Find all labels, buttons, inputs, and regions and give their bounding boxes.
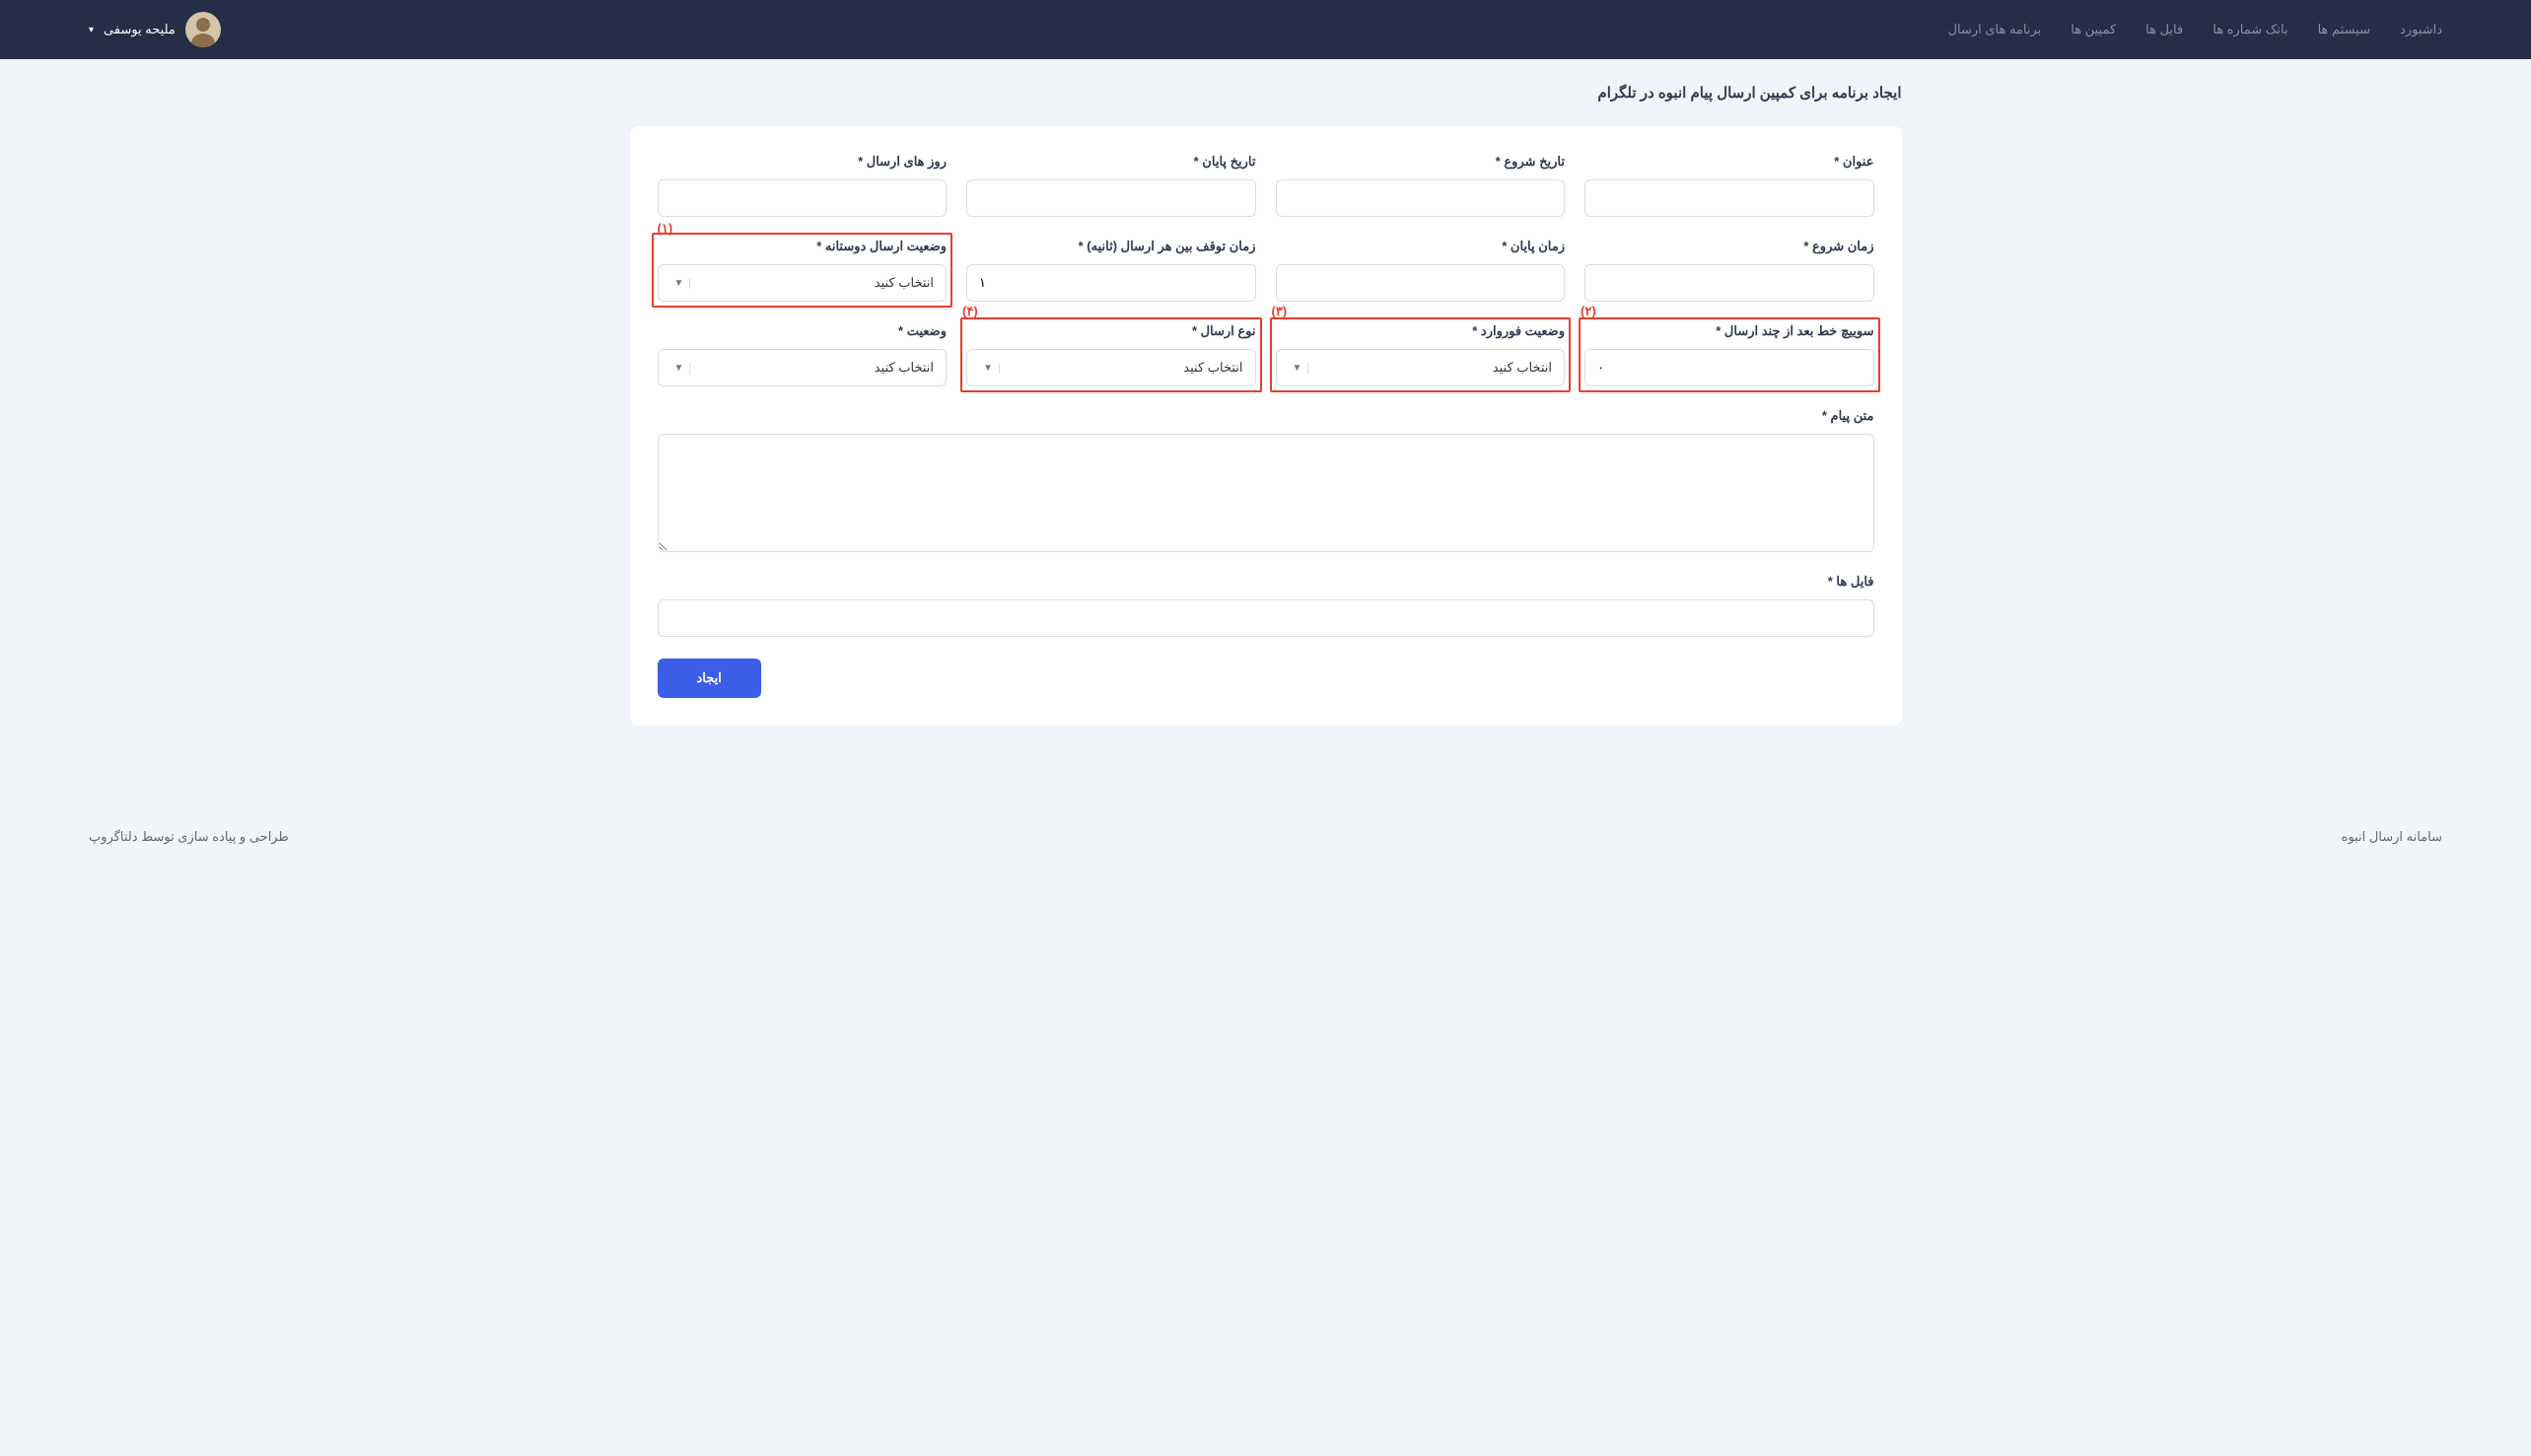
label-send-type: نوع ارسال * <box>966 323 1256 339</box>
nav-systems[interactable]: سیستم ها <box>2318 22 2370 37</box>
select-status-value: انتخاب کنید <box>686 360 934 376</box>
caret-icon: ▼ <box>670 278 691 289</box>
footer: سامانه ارسال انبوه طراحی و پیاده سازی تو… <box>0 799 2531 865</box>
select-forward-status-value: انتخاب کنید <box>1304 360 1552 376</box>
label-message-text: متن پیام * <box>658 408 1874 424</box>
input-start-date[interactable] <box>1276 179 1566 217</box>
label-title: عنوان * <box>1584 154 1874 170</box>
label-files: فایل ها * <box>658 574 1874 589</box>
input-start-time[interactable] <box>1584 264 1874 302</box>
label-start-time: زمان شروع * <box>1584 239 1874 254</box>
footer-brand: سامانه ارسال انبوه <box>2342 829 2442 845</box>
input-delay[interactable] <box>966 264 1256 302</box>
nav-files[interactable]: فایل ها <box>2145 22 2183 37</box>
annotation-3: (۳) <box>1272 304 1288 319</box>
label-switch-line: سوییچ خط بعد از چند ارسال * <box>1584 323 1874 339</box>
user-name: ملیحه یوسفی <box>104 22 176 37</box>
input-files[interactable] <box>658 599 1874 637</box>
label-end-time: زمان پایان * <box>1276 239 1566 254</box>
select-friendly-status[interactable]: انتخاب کنید ▼ <box>658 264 948 302</box>
page-title: ایجاد برنامه برای کمپین ارسال پیام انبوه… <box>630 84 1902 102</box>
input-end-date[interactable] <box>966 179 1256 217</box>
footer-credit: طراحی و پیاده سازی توسط دلتاگروپ <box>89 829 289 845</box>
caret-icon: ▼ <box>1289 363 1309 374</box>
label-delay: زمان توقف بین هر ارسال (ثانیه) * <box>966 239 1256 254</box>
label-end-date: تاریخ پایان * <box>966 154 1256 170</box>
annotation-2: (۲) <box>1581 304 1596 319</box>
nav-number-bank[interactable]: بانک شماره ها <box>2213 22 2287 37</box>
input-end-time[interactable] <box>1276 264 1566 302</box>
select-send-type[interactable]: انتخاب کنید ▼ <box>966 349 1256 386</box>
select-friendly-status-value: انتخاب کنید <box>686 275 934 291</box>
input-title[interactable] <box>1584 179 1874 217</box>
label-forward-status: وضعیت فوروارد * <box>1276 323 1566 339</box>
create-button[interactable]: ایجاد <box>658 659 761 698</box>
nav-dashboard[interactable]: داشبورد <box>2400 22 2442 37</box>
label-friendly-status: وضعیت ارسال دوستانه * <box>658 239 948 254</box>
label-start-date: تاریخ شروع * <box>1276 154 1566 170</box>
textarea-message[interactable] <box>658 434 1874 552</box>
navbar: داشبورد سیستم ها بانک شماره ها فایل ها ک… <box>0 0 2531 59</box>
annotation-4: (۴) <box>962 304 978 319</box>
form-card: عنوان * تاریخ شروع * تاریخ پایان * روز ه… <box>630 126 1902 726</box>
select-forward-status[interactable]: انتخاب کنید ▼ <box>1276 349 1566 386</box>
caret-icon: ▼ <box>979 363 1000 374</box>
caret-icon: ▼ <box>670 363 691 374</box>
nav-campaigns[interactable]: کمپین ها <box>2071 22 2116 37</box>
user-menu[interactable]: ملیحه یوسفی ▾ <box>89 12 221 47</box>
select-send-type-value: انتخاب کنید <box>996 360 1243 376</box>
nav-send-programs[interactable]: برنامه های ارسال <box>1948 22 2042 37</box>
chevron-down-icon: ▾ <box>89 25 94 35</box>
input-send-days[interactable] <box>658 179 948 217</box>
label-send-days: روز های ارسال * <box>658 154 948 170</box>
label-status: وضعیت * <box>658 323 948 339</box>
annotation-1: (۱) <box>658 221 673 237</box>
input-switch-line[interactable] <box>1584 349 1874 386</box>
avatar <box>185 12 221 47</box>
nav-links: داشبورد سیستم ها بانک شماره ها فایل ها ک… <box>1948 22 2442 37</box>
select-status[interactable]: انتخاب کنید ▼ <box>658 349 948 386</box>
